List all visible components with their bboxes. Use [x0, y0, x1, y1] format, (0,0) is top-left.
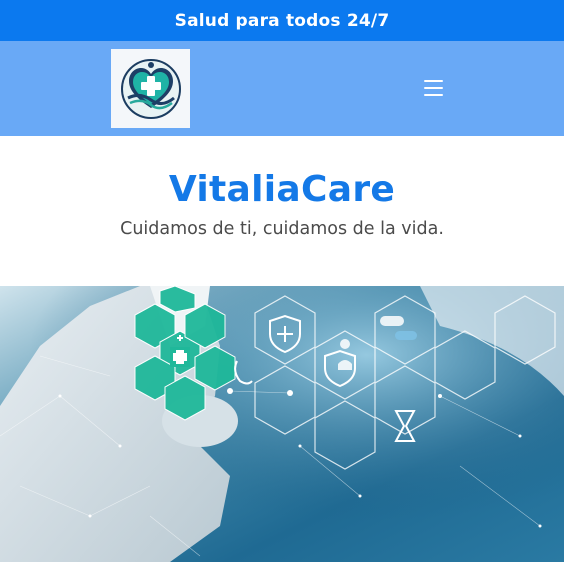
medical-technology-banner: [0, 286, 564, 562]
announcement-text: Salud para todos 24/7: [174, 10, 390, 31]
site-header: [0, 41, 564, 136]
brand-tagline: Cuidamos de ti, cuidamos de la vida.: [120, 219, 444, 239]
top-announcement-bar: Salud para todos 24/7: [0, 0, 564, 41]
site-logo[interactable]: [111, 49, 190, 128]
heart-cross-medical-logo-icon: [120, 58, 181, 119]
brand-title: VitaliaCare: [168, 169, 396, 210]
hero-section: VitaliaCare Cuidamos de ti, cuidamos de …: [0, 136, 564, 286]
hamburger-menu-icon[interactable]: [424, 80, 444, 97]
